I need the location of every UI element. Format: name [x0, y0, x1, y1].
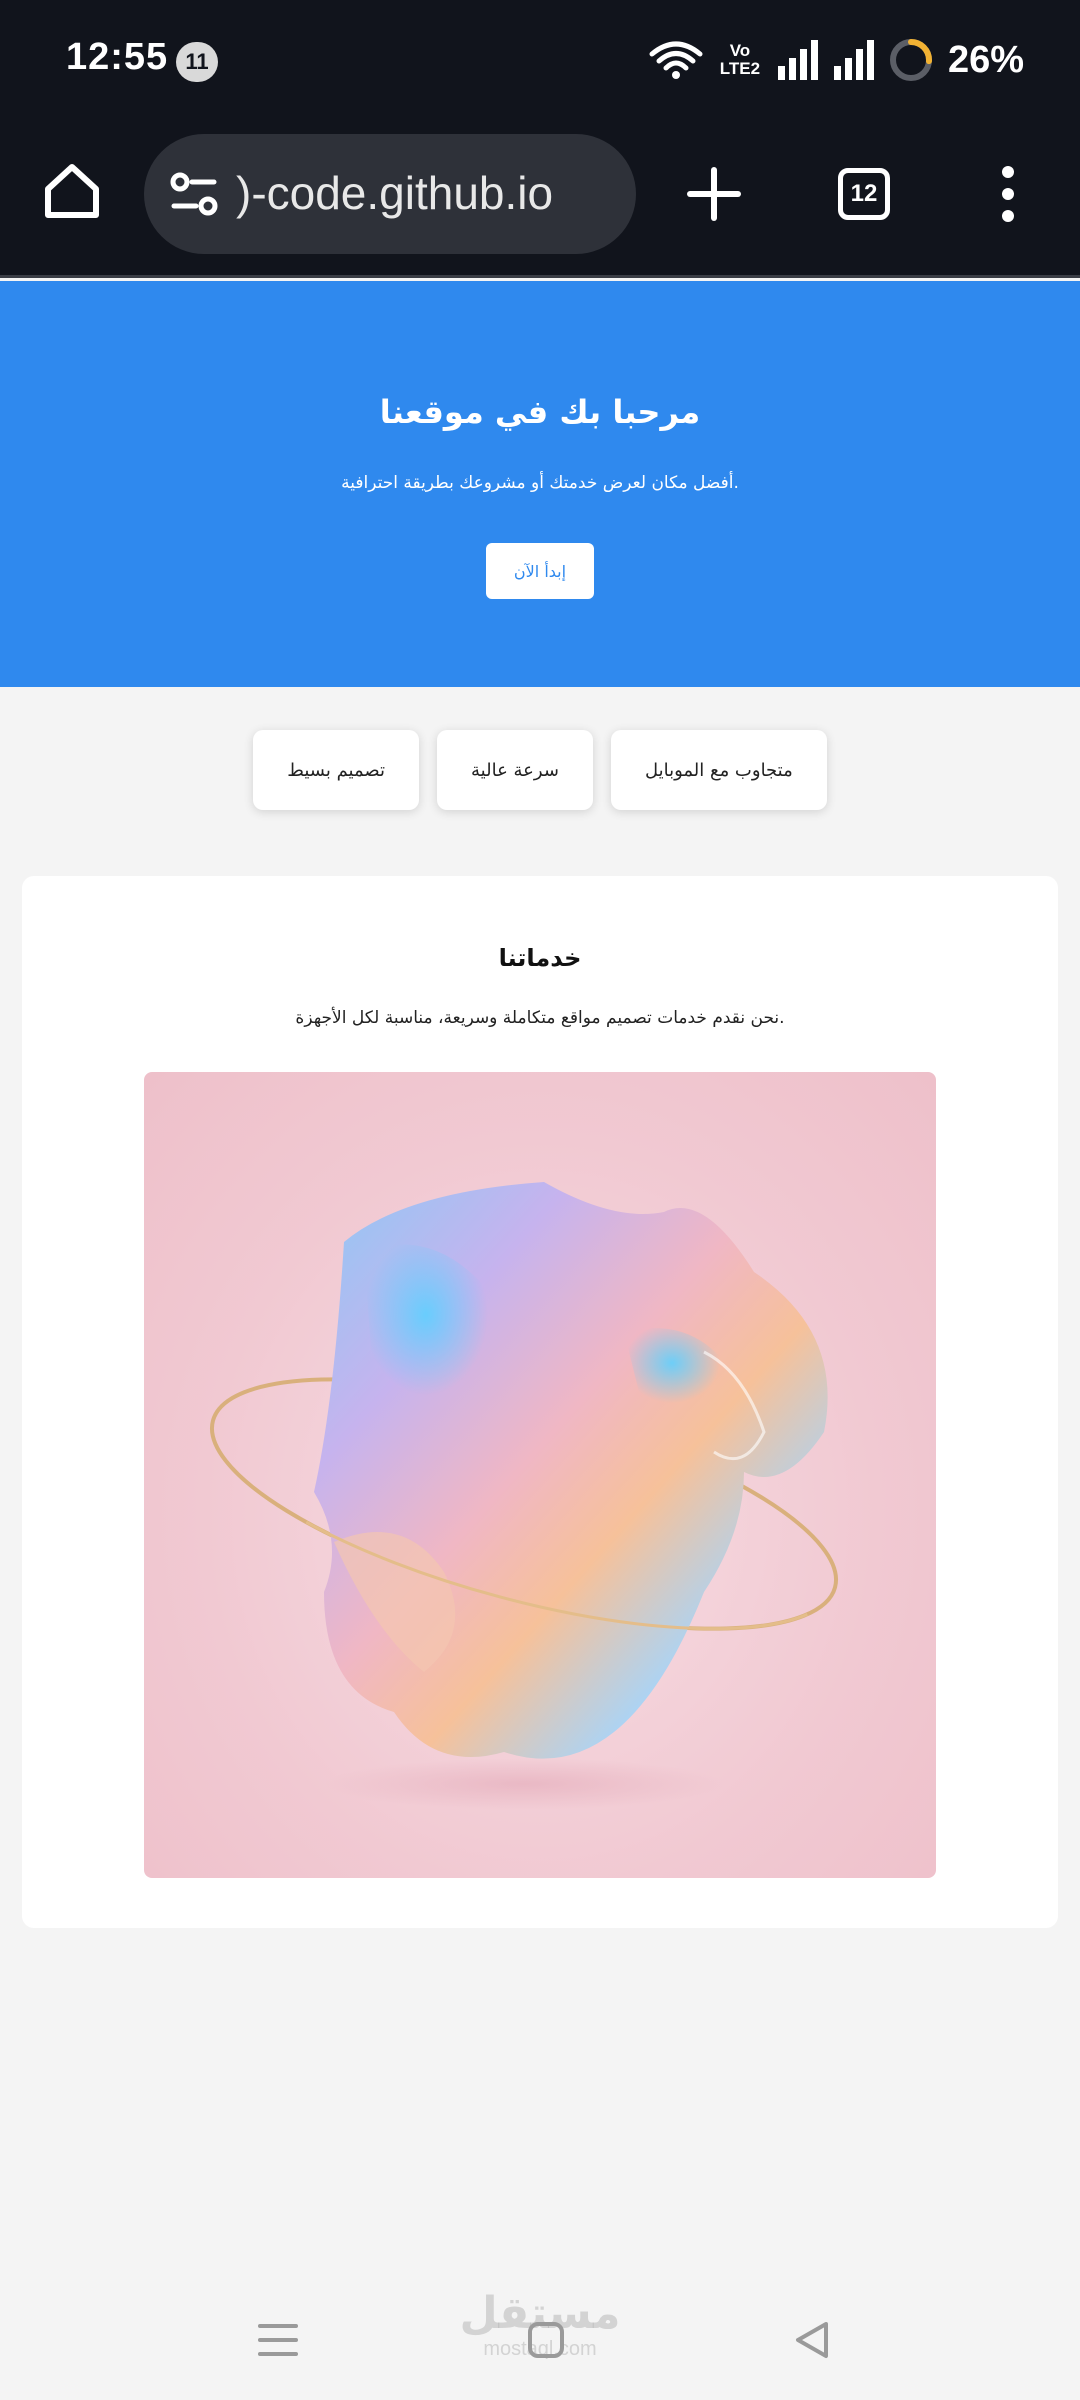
battery-ring-icon	[889, 39, 932, 81]
notification-count-badge: 11	[176, 42, 218, 82]
services-description: .نحن نقدم خدمات تصميم مواقع متكاملة وسري…	[295, 1008, 785, 1028]
feature-high-speed: سرعة عالية	[437, 730, 593, 810]
hero-section: مرحبا بك في موقعنا .أفضل مكان لعرض خدمتك…	[0, 281, 1080, 687]
tab-switcher-button[interactable]: 12	[828, 158, 900, 230]
signal-strength-icon-sim2	[833, 40, 874, 80]
abstract-3d-shape-illustration	[209, 1182, 839, 1810]
back-triangle-icon	[796, 2322, 828, 2358]
volte-label: Vo LTE2	[719, 41, 761, 78]
battery-percentage: 26%	[947, 38, 1024, 81]
services-title: خدماتنا	[498, 944, 582, 972]
recent-apps-button[interactable]	[244, 2310, 312, 2370]
features-row: متجاوب مع الموبايل سرعة عالية تصميم بسيط	[0, 730, 1080, 810]
address-bar[interactable]: )-code.github.io	[144, 134, 636, 254]
more-vertical-icon	[1002, 166, 1014, 222]
url-text[interactable]: )-code.github.io	[236, 162, 626, 224]
browser-toolbar: )-code.github.io 12	[0, 120, 1080, 278]
system-home-button[interactable]	[512, 2306, 580, 2374]
square-home-icon	[528, 2322, 564, 2358]
new-tab-button[interactable]	[676, 156, 752, 232]
home-button[interactable]	[36, 155, 108, 227]
hero-title: مرحبا بك في موقعنا	[379, 393, 701, 431]
signal-strength-icon-sim1	[777, 40, 818, 80]
site-settings-icon[interactable]	[168, 168, 220, 220]
start-now-button[interactable]: إبدأ الآن	[486, 543, 594, 599]
wifi-icon	[649, 41, 703, 79]
system-back-button[interactable]	[782, 2306, 842, 2374]
browser-menu-button[interactable]	[986, 154, 1030, 234]
feature-mobile-responsive: متجاوب مع الموبايل	[610, 730, 827, 810]
status-time: 12:55	[66, 36, 169, 78]
services-image	[144, 1072, 936, 1878]
feature-simple-design: تصميم بسيط	[253, 730, 420, 810]
home-icon	[45, 164, 99, 218]
system-navigation-bar: مستقل mostaql.com	[0, 2260, 1080, 2400]
status-icons: Vo LTE2 26%	[648, 34, 1024, 86]
status-bar: 12:55 11 Vo LTE2 26%	[0, 0, 1080, 120]
menu-lines-icon	[258, 2324, 298, 2356]
services-card: خدماتنا .نحن نقدم خدمات تصميم مواقع متكا…	[22, 876, 1058, 1928]
tab-count: 12	[838, 168, 890, 220]
hero-subtitle: .أفضل مكان لعرض خدمتك أو مشروعك بطريقة ا…	[341, 473, 739, 493]
plus-icon	[687, 167, 741, 221]
